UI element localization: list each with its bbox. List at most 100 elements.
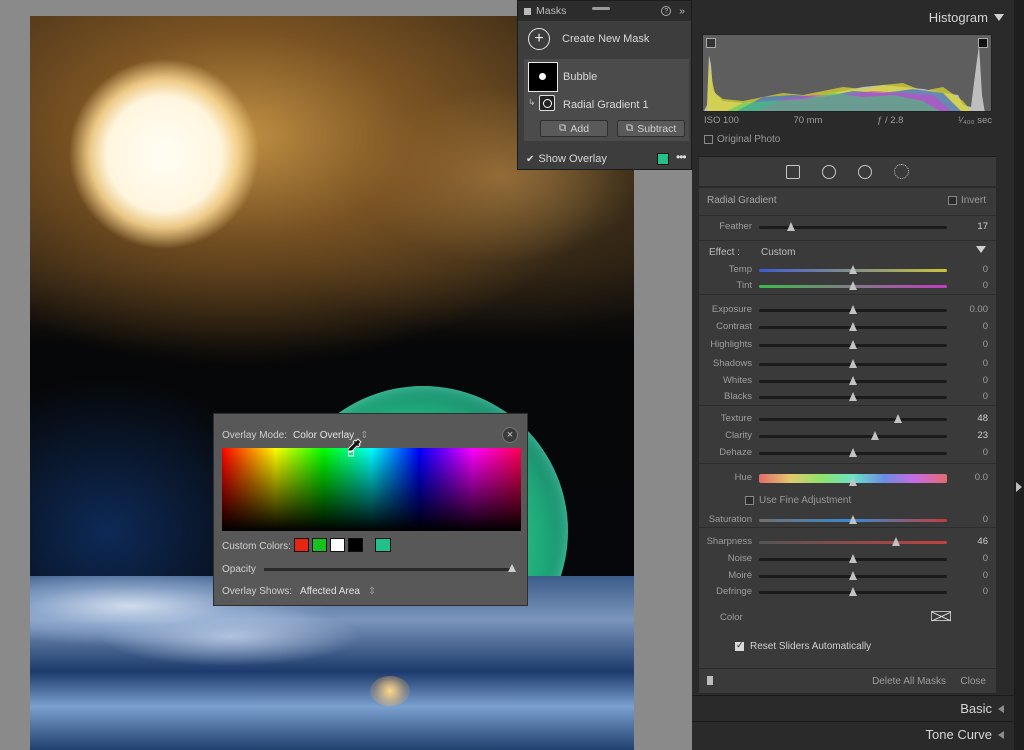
collapse-icon[interactable]: » [679, 5, 685, 17]
contrast-slider[interactable]: Contrast 0 [699, 319, 996, 335]
whites-slider[interactable]: Whites 0 [699, 373, 996, 389]
clarity-slider[interactable]: Clarity 23 [699, 428, 996, 444]
hue-thumb[interactable] [849, 477, 857, 486]
shadows-value[interactable]: 0 [983, 358, 988, 369]
radial-gradient-icon[interactable] [539, 95, 555, 111]
whites-value[interactable]: 0 [983, 375, 988, 386]
temp-value[interactable]: 0 [983, 264, 988, 275]
hue-value[interactable]: 0.0 [975, 472, 988, 483]
texture-thumb[interactable] [894, 414, 903, 423]
sharpness-slider[interactable]: Sharpness 46 [699, 534, 996, 550]
noise-thumb[interactable] [849, 554, 857, 563]
overlay-mode-dropdown[interactable]: Color Overlay [293, 430, 354, 441]
feather-thumb[interactable] [786, 222, 795, 231]
sharpness-track[interactable] [759, 541, 947, 544]
temp-slider[interactable]: Temp 0 [699, 262, 996, 278]
fine-adjustment-checkbox[interactable] [745, 496, 754, 505]
right-panel-edge[interactable] [1014, 0, 1024, 750]
color-spectrum-picker[interactable] [222, 448, 521, 531]
heal-icon[interactable] [822, 164, 836, 179]
dehaze-value[interactable]: 0 [983, 447, 988, 458]
shadows-slider[interactable]: Shadows 0 [699, 356, 996, 372]
panel-switch-icon[interactable] [707, 676, 713, 685]
close-icon[interactable]: × [502, 427, 518, 443]
whites-thumb[interactable] [849, 376, 857, 385]
hue-slider[interactable]: Hue 0.0 [699, 470, 996, 486]
exposure-value[interactable]: 0.00 [970, 304, 989, 315]
mask-component-name[interactable]: Radial Gradient 1 [563, 99, 649, 111]
masks-titlebar[interactable]: Masks ? » [518, 1, 691, 21]
panel-menu-icon[interactable] [524, 7, 531, 15]
tone-curve-section-header[interactable]: Tone Curve [692, 721, 1014, 747]
feather-slider[interactable]: Feather 17 [699, 219, 996, 235]
reset-sliders-toggle[interactable]: Reset Sliders Automatically [735, 640, 871, 652]
add-button[interactable]: ⧉ Add [540, 120, 608, 137]
effect-collapse-icon[interactable] [976, 246, 986, 253]
custom-color-swatch-red[interactable] [294, 538, 309, 552]
close-button[interactable]: Close [960, 676, 986, 687]
histogram-header[interactable]: Histogram [692, 4, 1014, 30]
sharpness-value[interactable]: 46 [977, 536, 988, 547]
exposure-thumb[interactable] [849, 305, 857, 314]
shadow-clipping-icon[interactable] [706, 38, 716, 48]
opacity-slider[interactable] [264, 568, 514, 571]
contrast-value[interactable]: 0 [983, 321, 988, 332]
reset-sliders-checkbox[interactable] [735, 640, 744, 651]
tint-slider[interactable]: Tint 0 [699, 278, 996, 294]
color-swatch[interactable] [931, 611, 951, 621]
highlights-slider[interactable]: Highlights 0 [699, 337, 996, 353]
effect-preset-dropdown[interactable]: Custom [761, 247, 795, 258]
defringe-thumb[interactable] [849, 587, 857, 596]
fine-adjustment-toggle[interactable]: Use Fine Adjustment [745, 495, 851, 506]
mask-icon[interactable] [894, 164, 909, 179]
overlay-shows-dropdown[interactable]: Affected Area [300, 586, 360, 597]
mask-thumbnail-icon[interactable] [528, 62, 558, 92]
clarity-thumb[interactable] [870, 431, 879, 440]
tint-thumb[interactable] [849, 281, 857, 290]
clarity-track[interactable] [759, 435, 947, 438]
original-photo-checkbox[interactable] [704, 135, 713, 144]
blacks-value[interactable]: 0 [983, 391, 988, 402]
delete-all-masks-button[interactable]: Delete All Masks [872, 676, 946, 687]
crop-icon[interactable] [786, 164, 800, 179]
sharpness-thumb[interactable] [892, 537, 901, 546]
dehaze-thumb[interactable] [849, 448, 857, 457]
opacity-thumb[interactable] [508, 564, 516, 572]
moir-value[interactable]: 0 [983, 570, 988, 581]
highlights-thumb[interactable] [849, 340, 857, 349]
temp-thumb[interactable] [849, 265, 857, 274]
texture-value[interactable]: 48 [977, 413, 988, 424]
invert-checkbox[interactable] [947, 196, 957, 205]
moir-thumb[interactable] [849, 571, 857, 580]
redeye-icon[interactable] [858, 164, 872, 179]
overlay-color-swatch[interactable] [657, 153, 669, 165]
blacks-slider[interactable]: Blacks 0 [699, 389, 996, 405]
subtract-button[interactable]: ⧉ Subtract [617, 120, 685, 137]
invert-toggle[interactable]: Invert [947, 195, 986, 206]
blacks-thumb[interactable] [849, 392, 857, 401]
contrast-thumb[interactable] [849, 322, 857, 331]
custom-color-swatch-green[interactable] [312, 538, 327, 552]
noise-value[interactable]: 0 [983, 553, 988, 564]
exposure-slider[interactable]: Exposure 0.00 [699, 302, 996, 318]
help-icon[interactable]: ? [661, 6, 672, 16]
drag-handle-icon[interactable] [592, 7, 610, 10]
saturation-slider[interactable]: Saturation 0 [699, 512, 996, 528]
clarity-value[interactable]: 23 [977, 430, 988, 441]
defringe-slider[interactable]: Defringe 0 [699, 584, 996, 600]
saturation-value[interactable]: 0 [983, 514, 988, 525]
texture-slider[interactable]: Texture 48 [699, 411, 996, 427]
mask-item-bubble[interactable]: Bubble ↳ Radial Gradient 1 ⧉ Add ⧉ Subtr… [524, 59, 689, 141]
dehaze-slider[interactable]: Dehaze 0 [699, 445, 996, 461]
tint-value[interactable]: 0 [983, 280, 988, 291]
highlight-clipping-icon[interactable] [978, 38, 988, 48]
custom-color-swatch-black[interactable] [348, 538, 363, 552]
create-new-mask-button[interactable]: + Create New Mask [518, 21, 691, 57]
basic-section-header[interactable]: Basic [692, 695, 1014, 721]
texture-track[interactable] [759, 418, 947, 421]
moir-slider[interactable]: Moiré 0 [699, 568, 996, 584]
show-overlay-checkbox[interactable]: ✔ [526, 154, 534, 165]
defringe-value[interactable]: 0 [983, 586, 988, 597]
original-photo-toggle[interactable]: Original Photo [704, 134, 780, 145]
collapse-right-panel-icon[interactable] [1016, 482, 1022, 492]
